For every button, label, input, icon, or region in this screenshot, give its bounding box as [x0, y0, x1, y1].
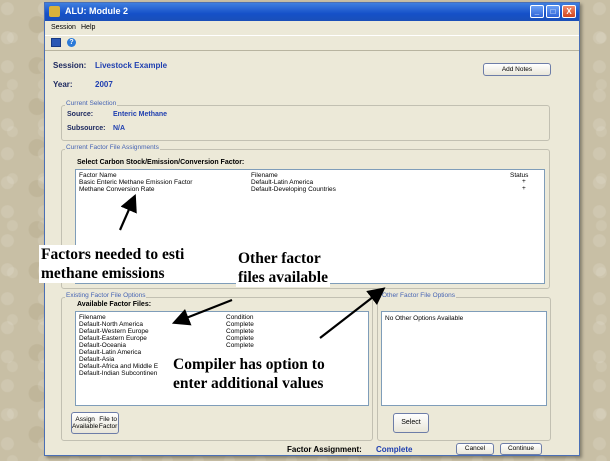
arrow-to-factor-list [118, 193, 137, 231]
annotation-other-files-line1: Other factor [238, 250, 321, 267]
annotation-factors-line2: methane emissions [41, 265, 165, 282]
annotation-factors-needed: Factors needed to esti methane emissions [39, 245, 187, 283]
annotation-other-files-line2: files available [238, 269, 328, 286]
annotation-compiler: Compiler has option to enter additional … [171, 355, 327, 393]
annotation-factors-line1: Factors needed to esti [41, 246, 185, 263]
annotation-other-files: Other factor files available [236, 249, 330, 287]
arrow-to-available-files [171, 298, 233, 326]
annotation-compiler-line1: Compiler has option to [173, 356, 325, 373]
arrow-to-other-options [319, 287, 386, 339]
annotation-compiler-line2: enter additional values [173, 375, 324, 392]
